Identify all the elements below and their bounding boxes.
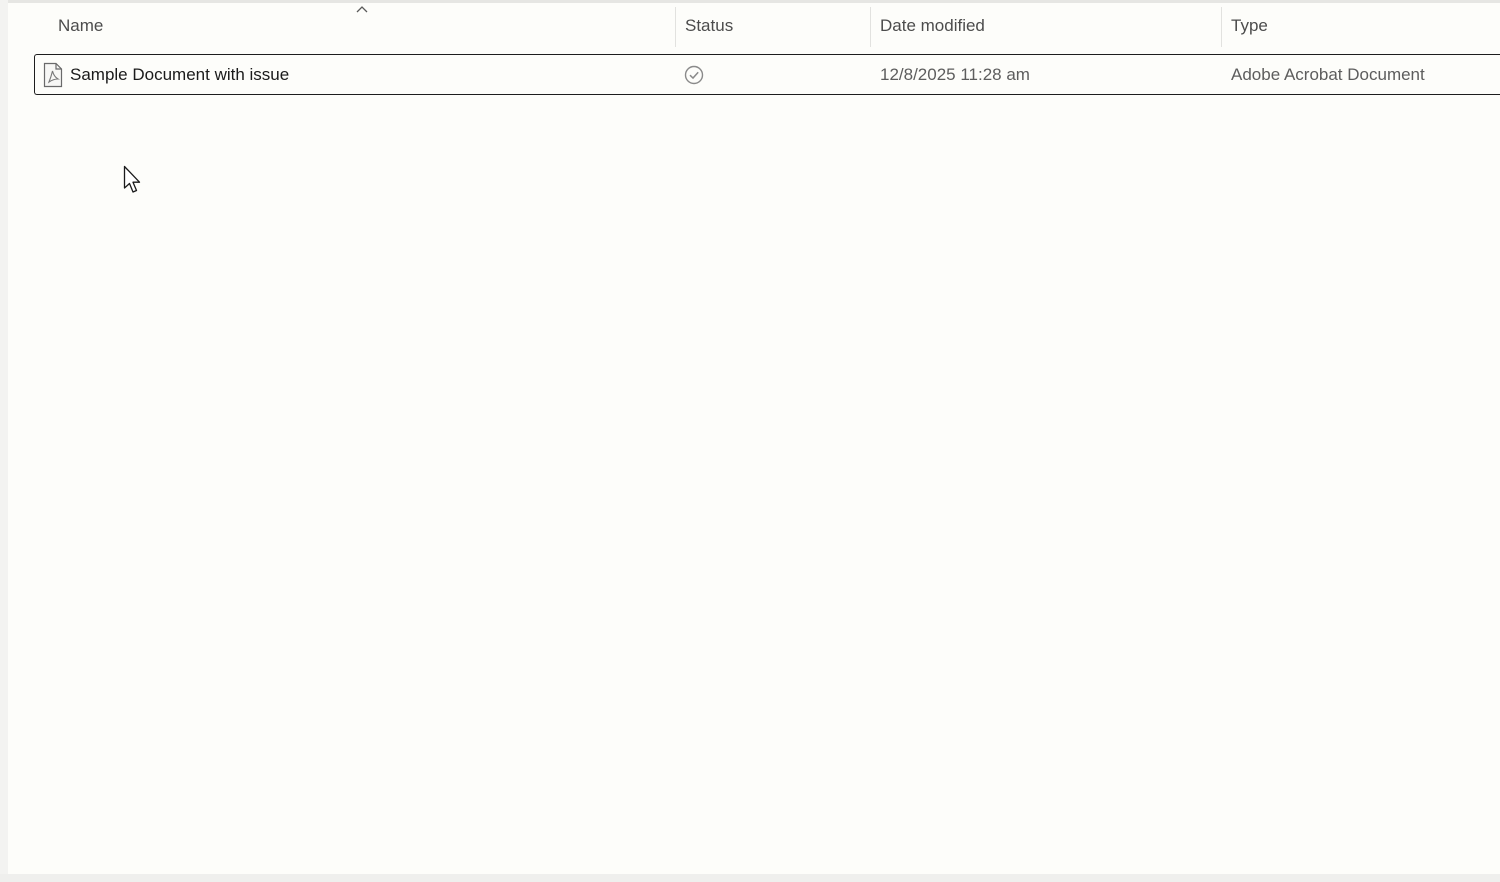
column-header-type[interactable]: Type xyxy=(1222,3,1500,49)
column-header-date-modified[interactable]: Date modified xyxy=(871,3,1222,49)
pdf-file-icon xyxy=(42,55,64,94)
file-list-view: Name Status Date modified Type Sample Do… xyxy=(0,0,1500,882)
file-row-selected[interactable]: Sample Document with issue 12/8/2025 11:… xyxy=(34,54,1500,95)
bottom-border xyxy=(0,874,1500,882)
file-name: Sample Document with issue xyxy=(70,64,290,84)
chevron-up-icon xyxy=(356,6,368,13)
column-header-date-modified-label: Date modified xyxy=(880,16,985,35)
column-header-name[interactable]: Name xyxy=(0,3,676,49)
column-header-name-label: Name xyxy=(58,16,104,35)
left-border xyxy=(0,0,8,882)
column-header-status-label: Status xyxy=(685,16,734,35)
file-date-modified: 12/8/2025 11:28 am xyxy=(880,64,1030,84)
sync-complete-check-icon xyxy=(683,55,707,94)
column-header-status[interactable]: Status xyxy=(676,3,871,49)
file-type: Adobe Acrobat Document xyxy=(1231,64,1425,84)
column-header-row: Name Status Date modified Type xyxy=(0,3,1500,49)
file-list-empty-area[interactable] xyxy=(8,100,1500,874)
column-header-type-label: Type xyxy=(1231,16,1268,35)
